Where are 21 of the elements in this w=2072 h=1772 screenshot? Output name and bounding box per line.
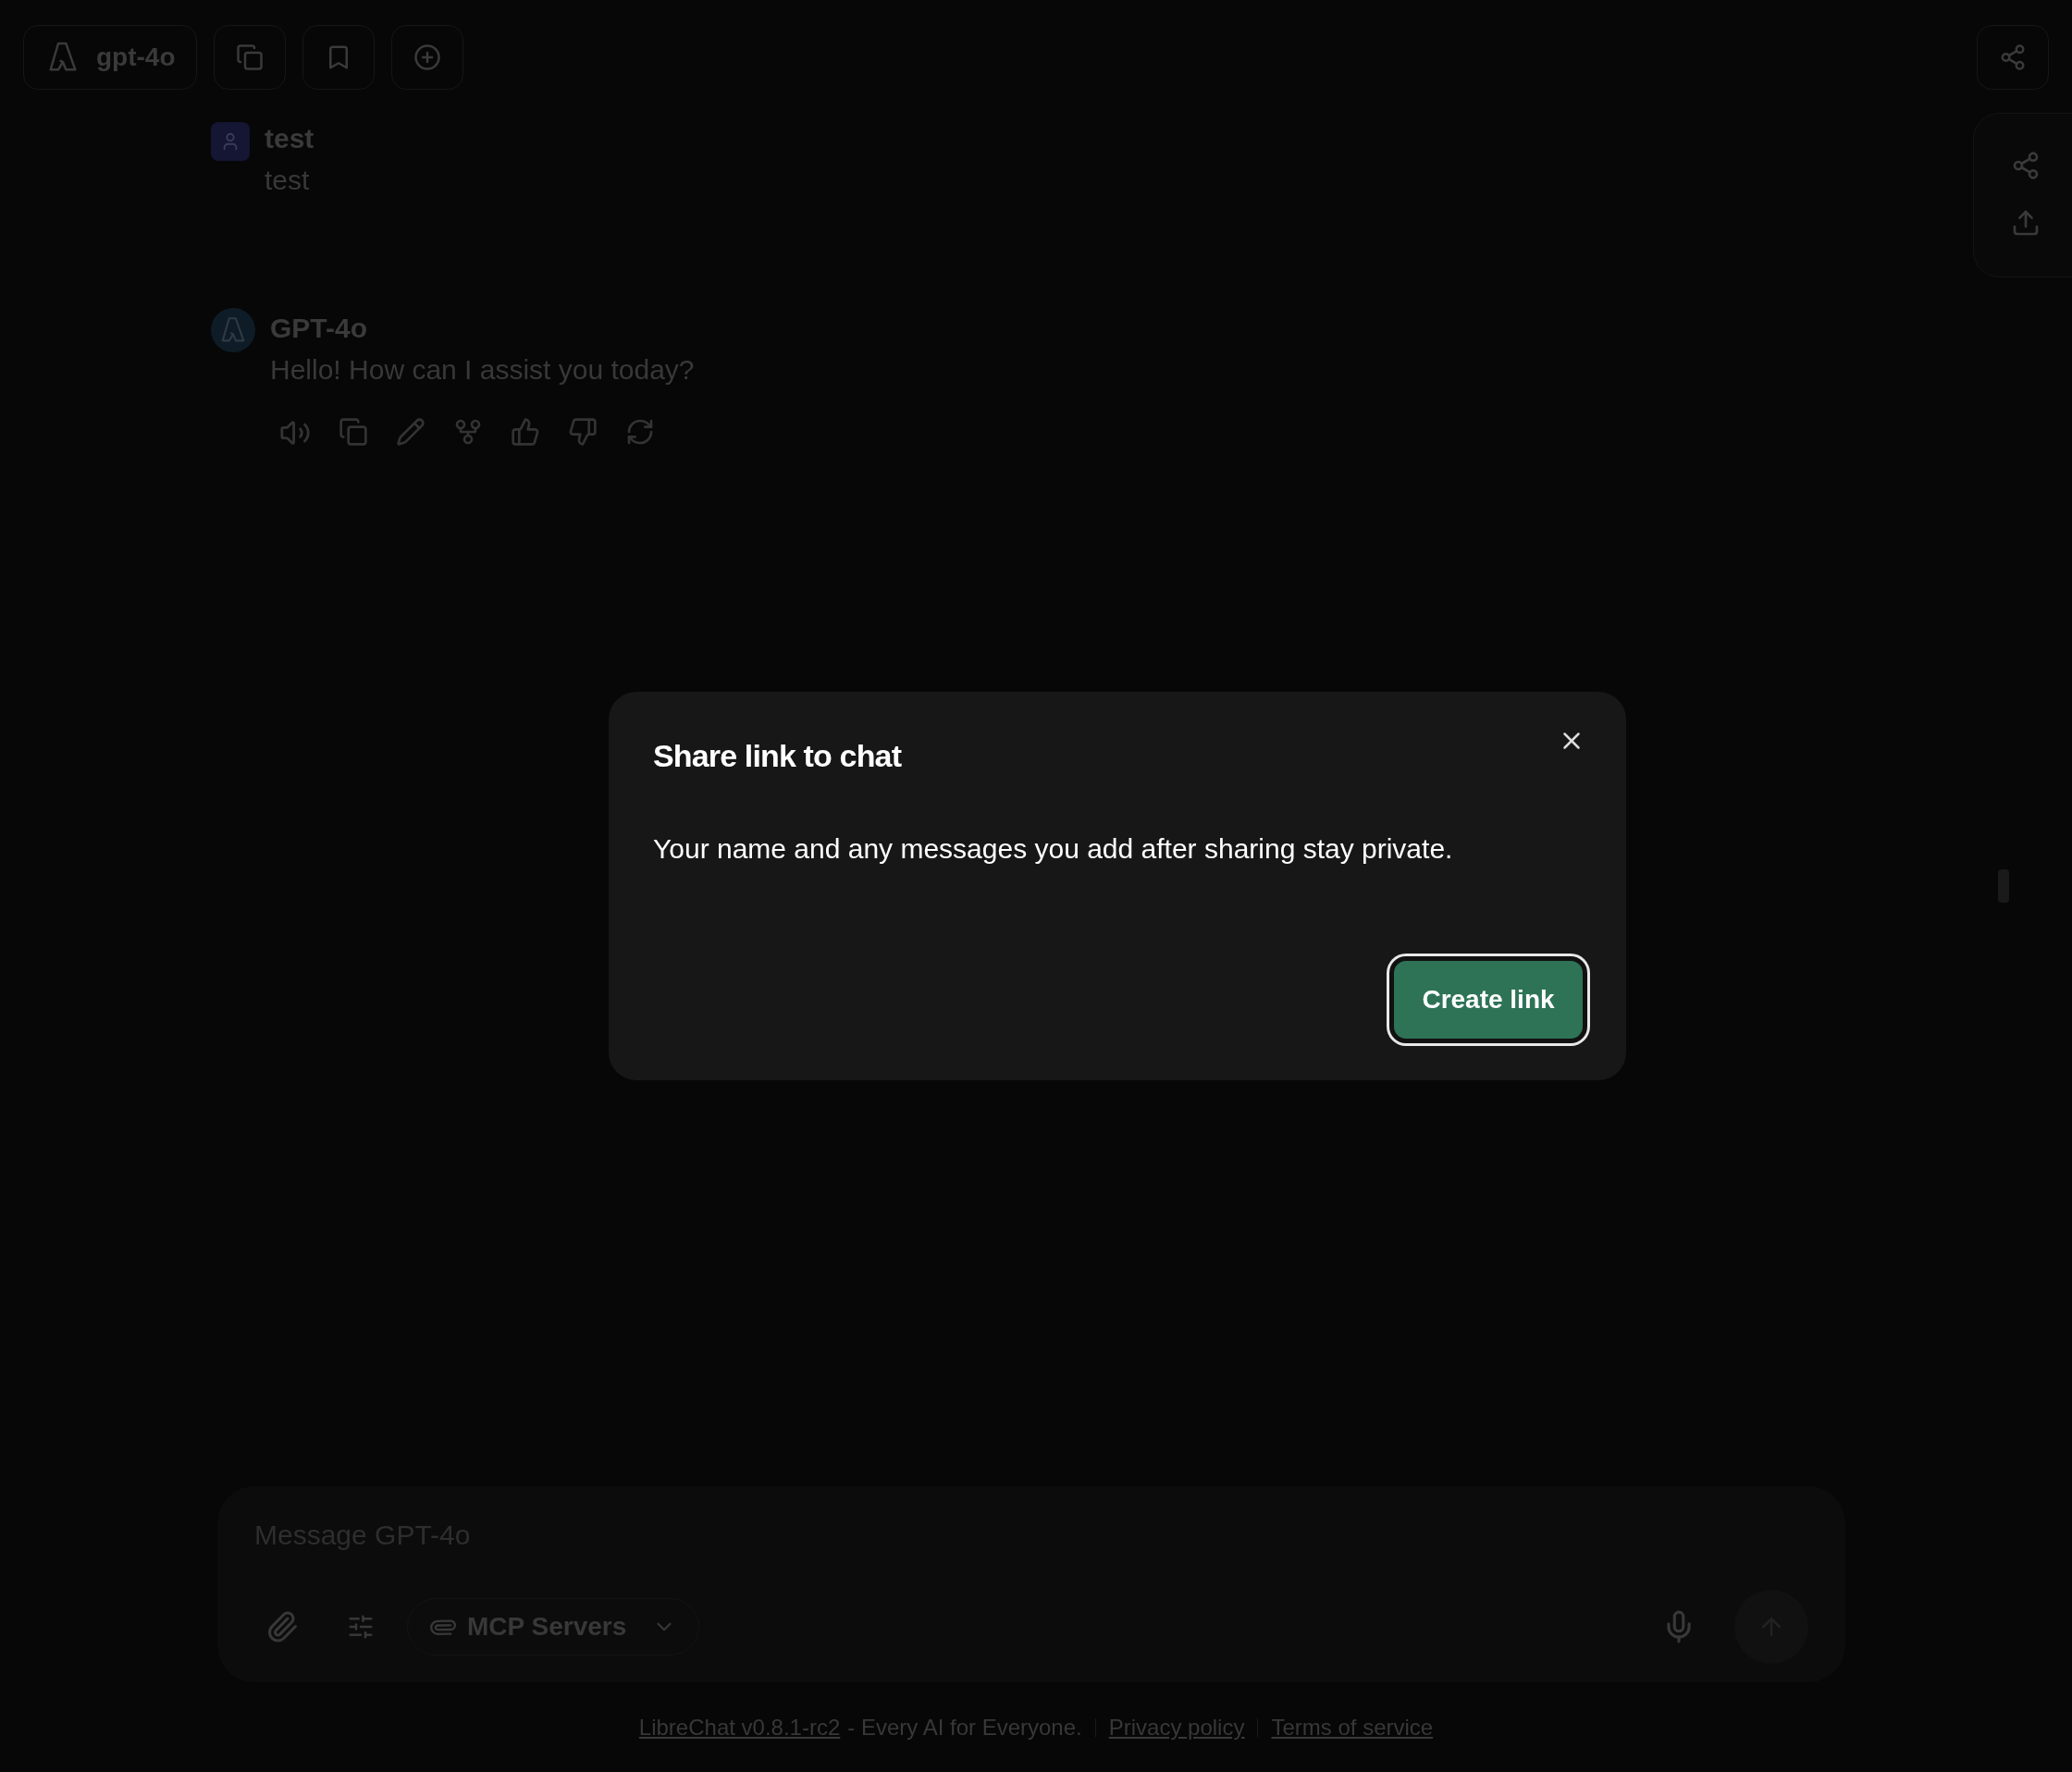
pencil-icon[interactable] [396,417,426,447]
paperclip-icon [265,1610,299,1643]
bookmark-button[interactable] [302,24,375,90]
create-link-button[interactable]: Create link [1389,956,1587,1043]
copy-icon[interactable] [339,417,368,447]
fork-icon[interactable] [453,417,483,447]
user-avatar [211,122,250,161]
copy-button[interactable] [213,24,286,90]
thumbs-down-icon[interactable] [568,417,598,447]
upload-icon[interactable] [2011,208,2041,238]
sliders-icon [347,1613,375,1641]
dialog-title: Share link to chat [653,737,902,775]
dialog-message: Your name and any messages you add after sharing stay private. [653,832,1454,866]
share-icon[interactable] [2011,151,2041,180]
share-icon [1999,43,2027,71]
refresh-icon[interactable] [625,417,655,447]
thumbs-up-icon[interactable] [511,417,540,447]
copy-icon [235,43,264,71]
plus-circle-icon [413,43,441,71]
share-button[interactable] [1977,24,2049,90]
new-chat-button[interactable] [390,24,463,90]
